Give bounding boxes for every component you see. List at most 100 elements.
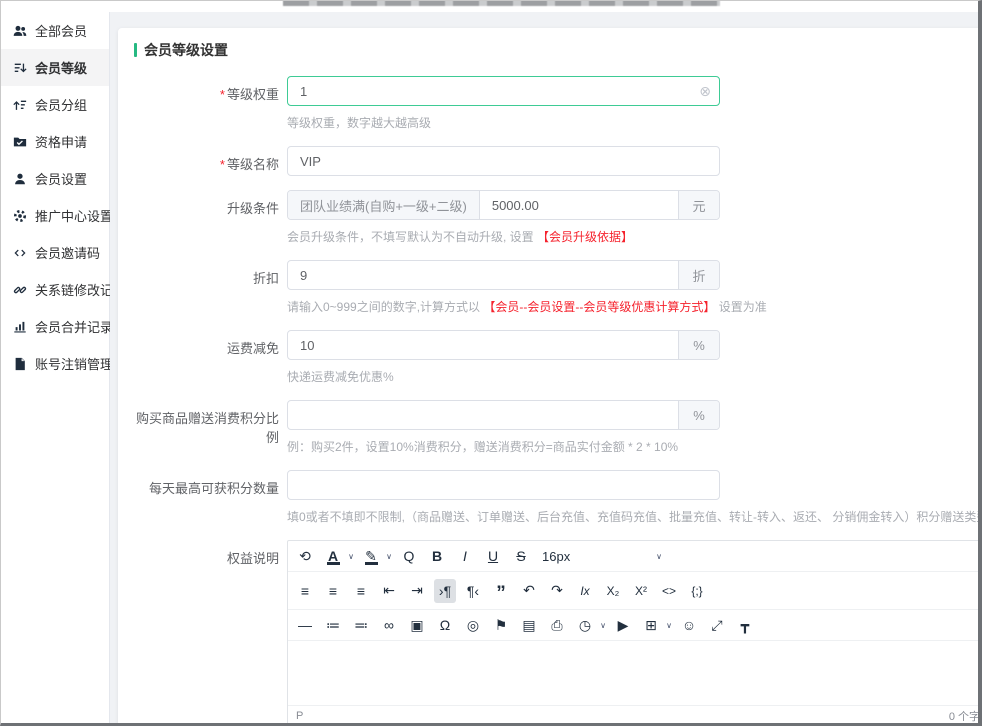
subscript-icon[interactable]: X₂	[602, 579, 624, 603]
fullscreen-icon[interactable]: ⤢	[706, 613, 728, 637]
sidebar-item-account-cancellation[interactable]: 账号注销管理	[0, 345, 109, 382]
field-label: 每天最高可获积分数量	[149, 481, 279, 496]
search-replace-icon[interactable]: Q	[398, 544, 420, 568]
datetime-chevron-icon[interactable]: ∨	[598, 613, 608, 637]
sidebar-item-label: 账号注销管理	[35, 354, 113, 373]
insert-table-icon[interactable]: ⊞	[640, 613, 662, 637]
daily-max-points-input[interactable]	[288, 471, 719, 499]
field-level-name: *等级名称	[134, 146, 982, 176]
sidebar-item-label: 会员等级	[35, 58, 87, 77]
editor-toolbar-row3: —≔≕∞▣Ω◎⚑▤⎙◷∨▶⊞∨☺⤢┳	[288, 610, 982, 641]
anchor-icon[interactable]: ⚑	[490, 613, 512, 637]
superscript-icon[interactable]: X²	[630, 579, 652, 603]
unit-percent: %	[678, 331, 719, 359]
sidebar-item-promotion-settings[interactable]: 推广中心设置	[0, 197, 109, 234]
section-title: 会员等级设置	[144, 40, 228, 60]
sidebar-item-member-levels[interactable]: 会员等级	[0, 49, 109, 86]
unit-yuan: 元	[678, 191, 719, 219]
unit-percent: %	[678, 401, 719, 429]
discount-calc-link[interactable]: 【会员--会员设置--会员等级优惠计算方式】	[483, 300, 715, 314]
horizontal-rule-icon[interactable]: —	[294, 613, 316, 637]
sidebar-item-label: 推广中心设置	[35, 206, 113, 225]
print-icon[interactable]: ⎙	[546, 613, 568, 637]
shipping-input[interactable]	[288, 331, 678, 359]
editor-toolbar-row1: ⟲A∨✎∨QBIUS16px∨	[288, 541, 982, 572]
field-upgrade-condition: 升级条件 团队业绩满(自购+一级+二级) 元 会员升级条件，不填写默认为不自动升…	[134, 190, 982, 246]
fontsize-select[interactable]: 16px	[542, 544, 602, 568]
blockquote-icon[interactable]: ”	[490, 575, 512, 606]
format-painter-icon[interactable]: ┳	[734, 613, 756, 637]
italic-icon[interactable]: I	[454, 544, 476, 568]
insert-image-icon[interactable]: ▣	[406, 613, 428, 637]
insert-datetime-icon[interactable]: ◷	[574, 613, 596, 637]
discount-input[interactable]	[288, 261, 678, 289]
field-label: 等级权重	[227, 87, 279, 102]
numbered-list-icon[interactable]: ≕	[350, 613, 372, 637]
align-right-icon[interactable]: ≡	[350, 579, 372, 603]
editor-element-path: P	[296, 710, 303, 722]
clear-input-icon[interactable]: ⊗	[699, 84, 719, 98]
inline-code-icon[interactable]: <>	[658, 579, 680, 603]
bold-icon[interactable]: B	[426, 544, 448, 568]
level-sort-icon	[13, 61, 27, 75]
bullet-list-icon[interactable]: ≔	[322, 613, 344, 637]
code-sample-icon[interactable]: {;}	[686, 579, 708, 603]
points-ratio-input[interactable]	[288, 401, 678, 429]
editor-content-area[interactable]	[288, 641, 982, 705]
bar-chart-icon	[13, 320, 27, 334]
link-chain-icon	[13, 283, 27, 297]
fontsize-chevron-icon[interactable]: ∨	[654, 544, 664, 568]
upgrade-condition-inputgroup: 团队业绩满(自购+一级+二级) 元	[287, 190, 720, 220]
insert-media-icon[interactable]: ▶	[612, 613, 634, 637]
sidebar-item-qualification[interactable]: 资格申请	[0, 123, 109, 160]
sidebar-item-relation-chain-log[interactable]: 关系链修改记录	[0, 271, 109, 308]
align-left-icon[interactable]: ≡	[294, 579, 316, 603]
sidebar-item-merge-log[interactable]: 会员合并记录	[0, 308, 109, 345]
upgrade-type-select[interactable]: 团队业绩满(自购+一级+二级)	[288, 191, 480, 219]
page-break-icon[interactable]: ▤	[518, 613, 540, 637]
level-weight-input[interactable]	[288, 77, 699, 105]
upgrade-amount-input[interactable]	[480, 191, 678, 219]
field-helper: 快递运费减免优惠%	[287, 368, 720, 386]
font-color-icon[interactable]: A	[322, 544, 344, 568]
upgrade-basis-link[interactable]: 【会员升级依据】	[537, 230, 633, 244]
strikethrough-icon[interactable]: S	[510, 544, 532, 568]
undo-icon[interactable]: ↶	[518, 579, 540, 603]
redo-icon[interactable]: ↷	[546, 579, 568, 603]
clear-format-icon[interactable]: Ix	[574, 579, 596, 603]
points-ratio-inputbox: %	[287, 400, 720, 430]
sidebar-item-member-settings[interactable]: 会员设置	[0, 160, 109, 197]
history-icon[interactable]: ⟲	[294, 544, 316, 568]
align-center-icon[interactable]: ≡	[322, 579, 344, 603]
sidebar-item-invitation-code[interactable]: 会员邀请码	[0, 234, 109, 271]
ltr-paragraph-icon[interactable]: ›¶	[434, 579, 456, 603]
emoji-icon[interactable]: ☺	[678, 613, 700, 637]
special-char-icon[interactable]: Ω	[434, 613, 456, 637]
highlight-chevron-icon[interactable]: ∨	[384, 544, 394, 568]
field-label: 升级条件	[227, 201, 279, 216]
indent-icon[interactable]: ⇥	[406, 579, 428, 603]
main-content: 会员等级设置 *等级权重 ⊗ 等级权重，数字越大越高级 *等级名称	[110, 12, 982, 726]
unit-zhe: 折	[678, 261, 719, 289]
sidebar-item-label: 资格申请	[35, 132, 87, 151]
highlight-pen-icon[interactable]: ✎	[360, 544, 382, 568]
discount-inputbox: 折	[287, 260, 720, 290]
preview-eye-icon[interactable]: ◎	[462, 613, 484, 637]
member-level-settings-card: 会员等级设置 *等级权重 ⊗ 等级权重，数字越大越高级 *等级名称	[118, 28, 982, 726]
sidebar-item-member-groups[interactable]: 会员分组	[0, 86, 109, 123]
field-daily-max-points: 每天最高可获积分数量 填0或者不填即不限制,（商品赠送、订单赠送、后台充值、充值…	[134, 470, 982, 526]
sidebar-item-all-members[interactable]: 全部会员	[0, 12, 109, 49]
user-icon	[13, 172, 27, 186]
level-name-inputbox	[287, 146, 720, 176]
level-name-input[interactable]	[288, 147, 719, 175]
insert-link-icon[interactable]: ∞	[378, 613, 400, 637]
qualification-folder-icon	[13, 135, 27, 149]
field-label: 折扣	[253, 271, 279, 286]
field-helper: 等级权重，数字越大越高级	[287, 114, 720, 132]
font-color-chevron-icon[interactable]: ∨	[346, 544, 356, 568]
underline-icon[interactable]: U	[482, 544, 504, 568]
table-chevron-icon[interactable]: ∨	[664, 613, 674, 637]
field-label: 权益说明	[227, 551, 279, 566]
outdent-icon[interactable]: ⇤	[378, 579, 400, 603]
rtl-paragraph-icon[interactable]: ¶‹	[462, 579, 484, 603]
